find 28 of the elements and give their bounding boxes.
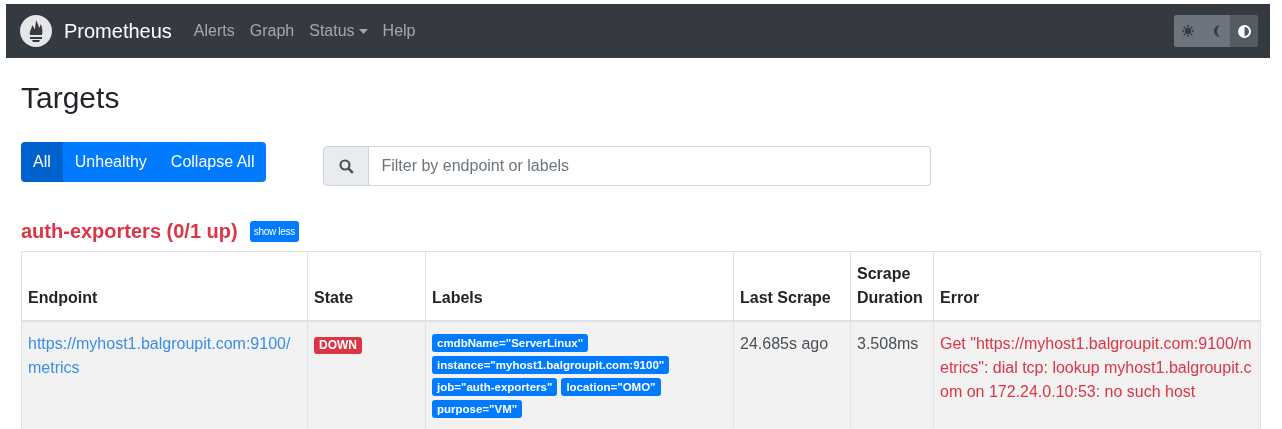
label-badge: job="auth-exporters" (432, 378, 558, 396)
table-cell-text: 3.508ms (857, 335, 919, 352)
show-less-button[interactable]: show less (249, 221, 299, 242)
nav-dropdown[interactable]: Status (309, 22, 368, 40)
state-badge: DOWN (314, 337, 362, 354)
filter-button[interactable]: Collapse All (158, 142, 267, 182)
page-title: Targets (21, 80, 121, 116)
label-badge: cmdbName="ServerLinux" (432, 334, 589, 352)
nav-link[interactable]: Graph (249, 22, 295, 40)
contrast-icon (1237, 24, 1251, 38)
caret-icon (358, 28, 368, 34)
error-message: Get "https://myhost1.balgroupit.com:9100/metrics": dial tcp: lookup myhost1.balgroupit.com on 172.24.0.10:53: no such host (940, 335, 1252, 400)
nav-link[interactable]: Alerts (193, 22, 235, 40)
label-badge: instance="myhost1.balgroupit.com:9100" (432, 356, 670, 374)
pool-title: auth-exporters (0/1 up) (21, 220, 238, 243)
search-icon (338, 158, 354, 174)
label-badge: location="OMO" (561, 378, 661, 396)
moon-icon (1211, 25, 1221, 37)
filter-button[interactable]: All (21, 142, 63, 182)
brand-name[interactable]: Prometheus (64, 19, 172, 43)
label-badge: purpose="VM" (432, 400, 523, 418)
table-cell-text: 24.685s ago (740, 335, 829, 352)
sun-icon (1182, 25, 1194, 37)
nav-link[interactable]: Help (382, 22, 416, 40)
theme-button[interactable] (1230, 15, 1258, 47)
logo-icon (20, 15, 52, 47)
filter-button[interactable]: Unhealthy (62, 142, 159, 182)
search-field[interactable]: Filter by endpoint or labels (369, 146, 932, 186)
